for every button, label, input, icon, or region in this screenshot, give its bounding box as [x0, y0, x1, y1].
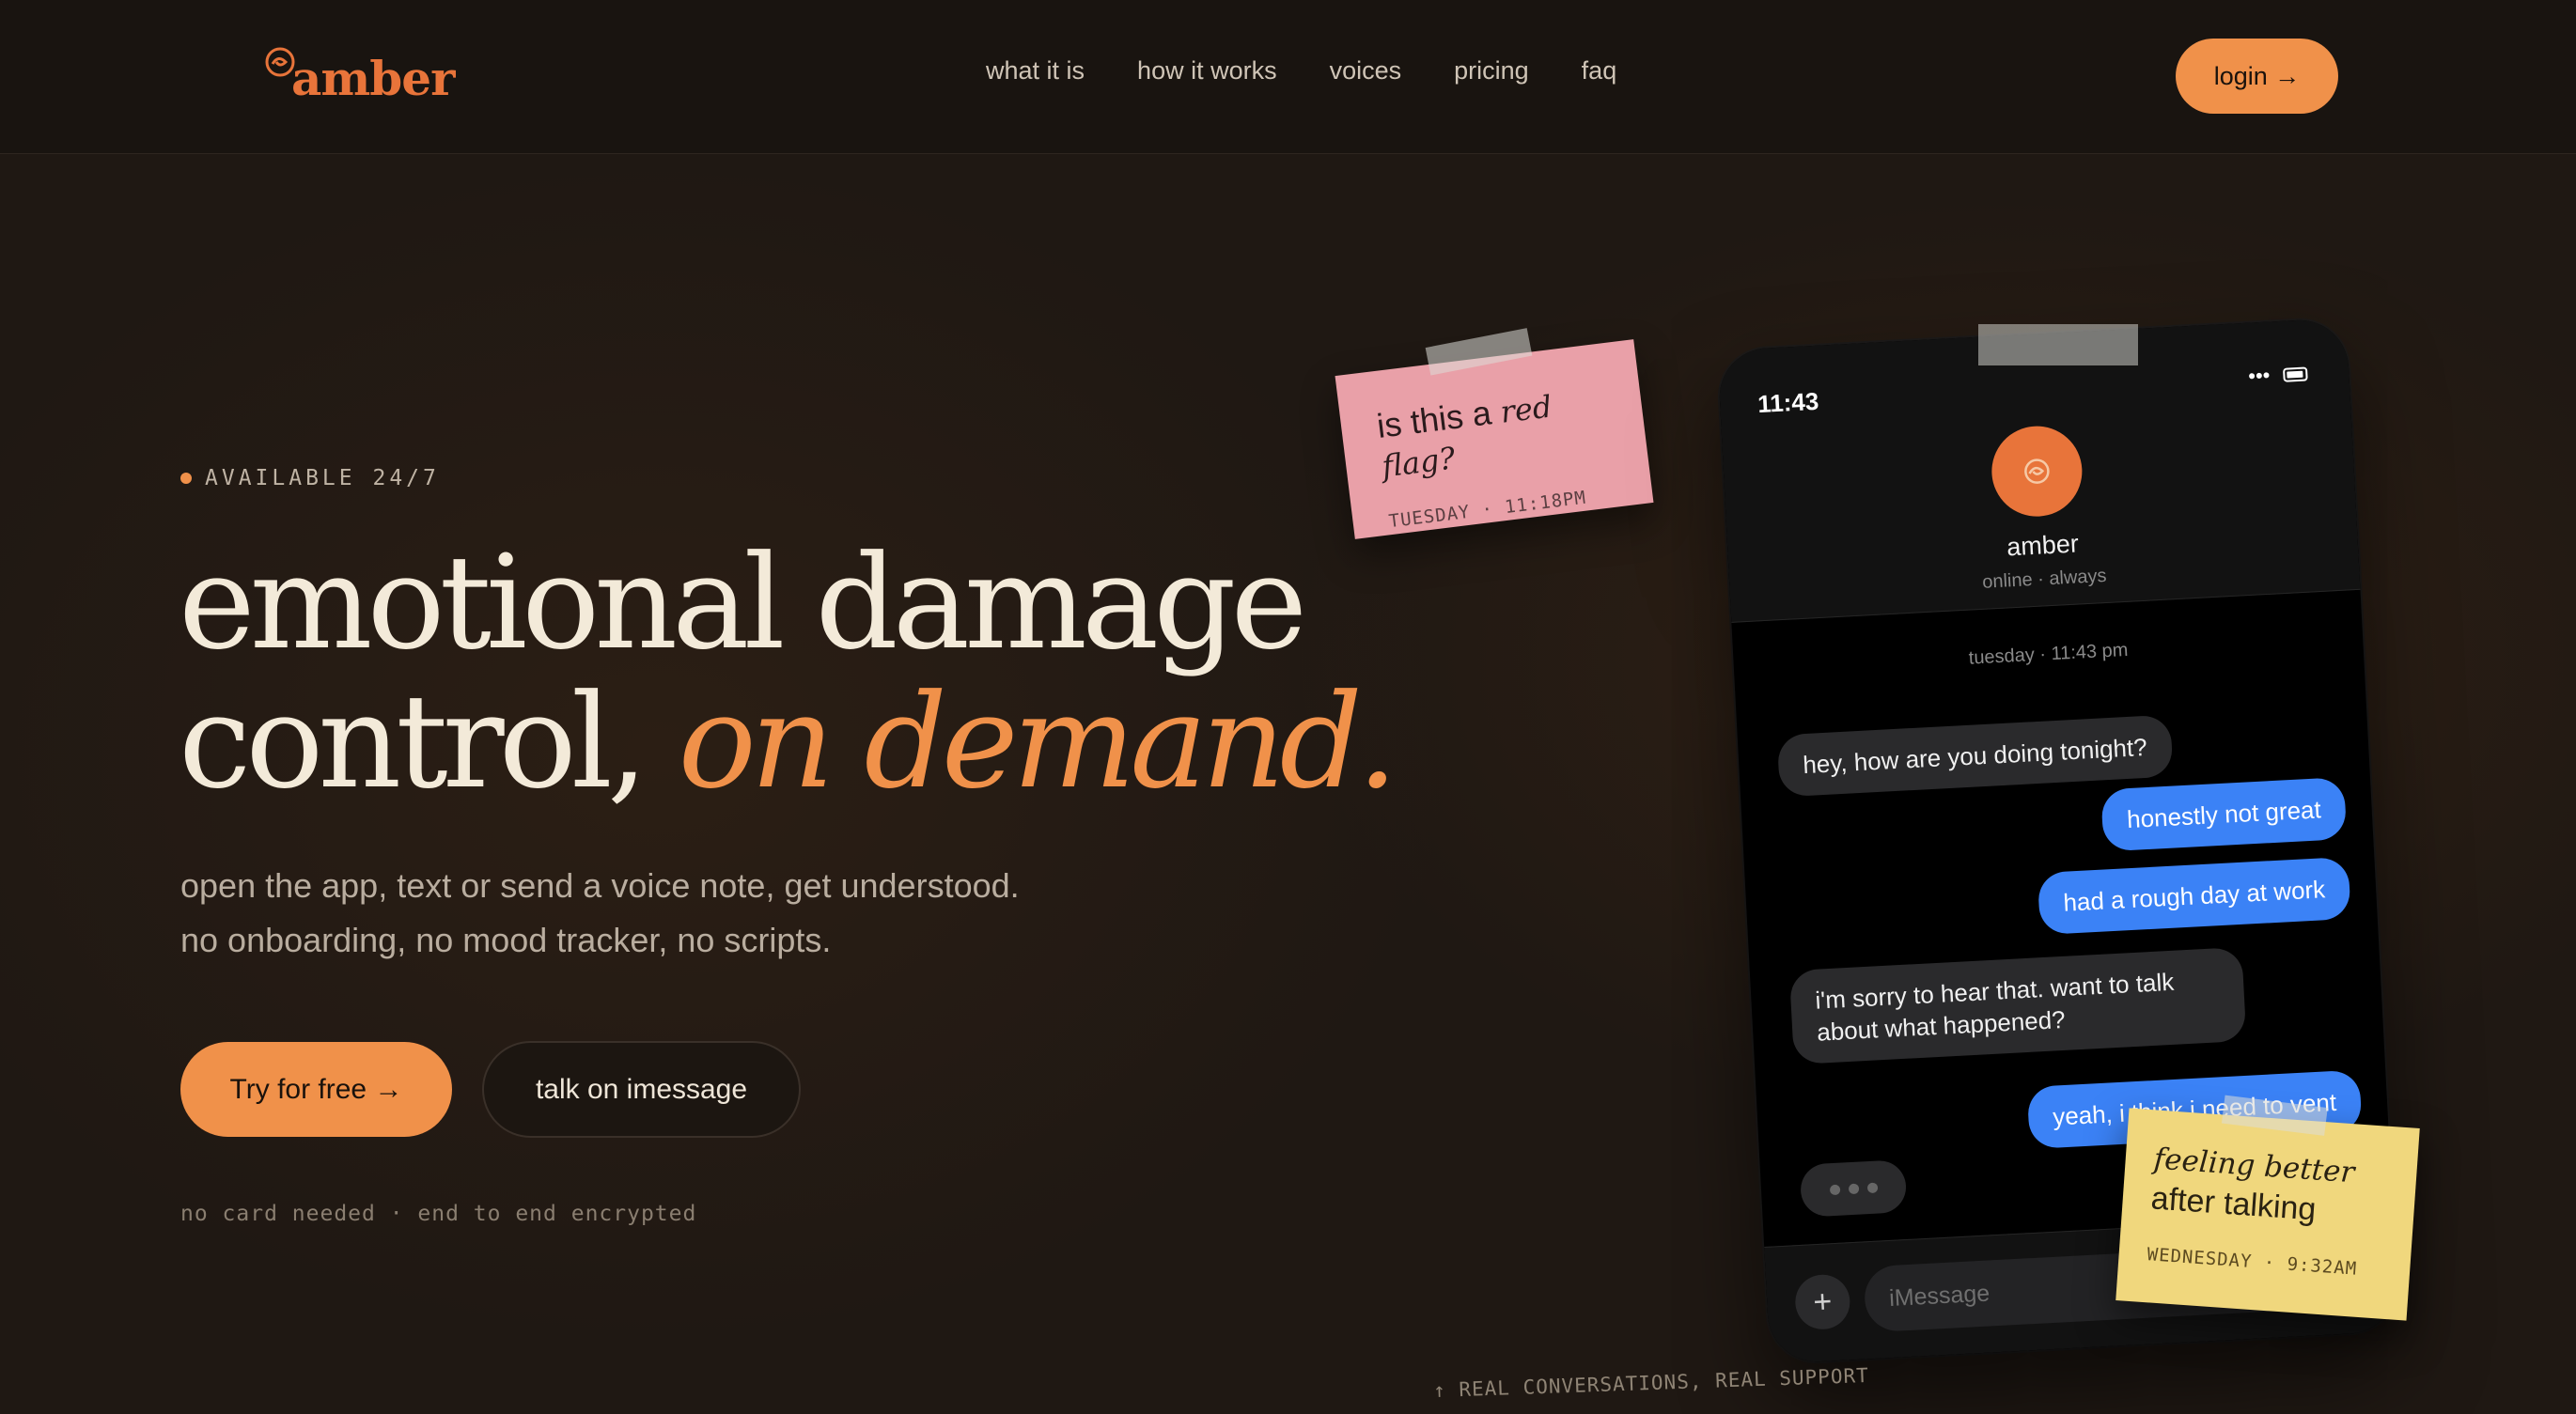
note-text: after talking: [2149, 1180, 2318, 1228]
add-attachment-button[interactable]: +: [1793, 1273, 1851, 1331]
brand-logo[interactable]: amber: [263, 43, 455, 109]
typing-dot: [1829, 1184, 1840, 1195]
message-outgoing: had a rough day at work: [2037, 856, 2351, 936]
nav-link-what-it-is[interactable]: what it is: [986, 56, 1085, 85]
availability-badge: AVAILABLE 24/7: [180, 466, 440, 490]
message-outgoing: honestly not great: [2100, 777, 2348, 852]
note-question: is this a red flag?: [1375, 380, 1612, 486]
nav-link-how-it-works[interactable]: how it works: [1137, 56, 1277, 85]
nav-links: what it is how it works voices pricing f…: [986, 56, 1616, 85]
amber-swirl-icon: [2024, 458, 2050, 484]
imessage-button[interactable]: talk on imessage: [482, 1041, 801, 1138]
typing-dot: [1848, 1183, 1859, 1194]
ellipsis-icon: •••: [2247, 363, 2272, 388]
try-free-button[interactable]: Try for free →: [180, 1042, 452, 1137]
contact-avatar[interactable]: [1989, 424, 2084, 520]
login-button[interactable]: login →: [2176, 39, 2338, 114]
nav-link-faq[interactable]: faq: [1582, 56, 1617, 85]
headline-line-2: control,: [179, 666, 648, 817]
availability-text: AVAILABLE 24/7: [205, 466, 440, 490]
thread-timestamp: tuesday · 11:43 pm: [1968, 639, 2129, 669]
status-dot-icon: [180, 473, 192, 484]
headline-line-1: emotional damage: [179, 527, 1307, 678]
top-nav: amber what it is how it works voices pri…: [0, 0, 2576, 154]
hero-subheadline: open the app, text or send a voice note,…: [180, 859, 1308, 968]
typing-indicator-icon: [1799, 1159, 1908, 1218]
amber-swirl-icon: [265, 47, 295, 77]
headline-accent: on demand.: [678, 666, 1398, 817]
hero-headline: emotional damage control, on demand.: [179, 534, 1400, 812]
message-incoming: i'm sorry to hear that. want to talk abo…: [1788, 946, 2247, 1065]
note-quote: feeling better after talking: [2149, 1138, 2389, 1234]
status-icons: •••: [2248, 361, 2308, 388]
status-time: 11:43: [1756, 386, 1820, 419]
subline-1: open the app, text or send a voice note,…: [180, 866, 1020, 905]
sticky-note-yellow: feeling better after talking WEDNESDAY ·…: [2115, 1095, 2420, 1321]
message-incoming: hey, how are you doing tonight?: [1776, 714, 2174, 798]
fineprint: no card needed · end to end encrypted: [180, 1202, 697, 1226]
tape-decoration: [1978, 324, 2138, 365]
nav-link-pricing[interactable]: pricing: [1454, 56, 1529, 85]
note-text: is this a: [1374, 393, 1494, 445]
typing-dot: [1866, 1182, 1878, 1193]
note-timestamp: WEDNESDAY · 9:32AM: [2146, 1244, 2358, 1280]
brand-name: amber: [291, 51, 455, 106]
nav-link-voices[interactable]: voices: [1330, 56, 1402, 85]
subline-2: no onboarding, no mood tracker, no scrip…: [180, 921, 832, 959]
battery-icon: [2282, 365, 2308, 382]
